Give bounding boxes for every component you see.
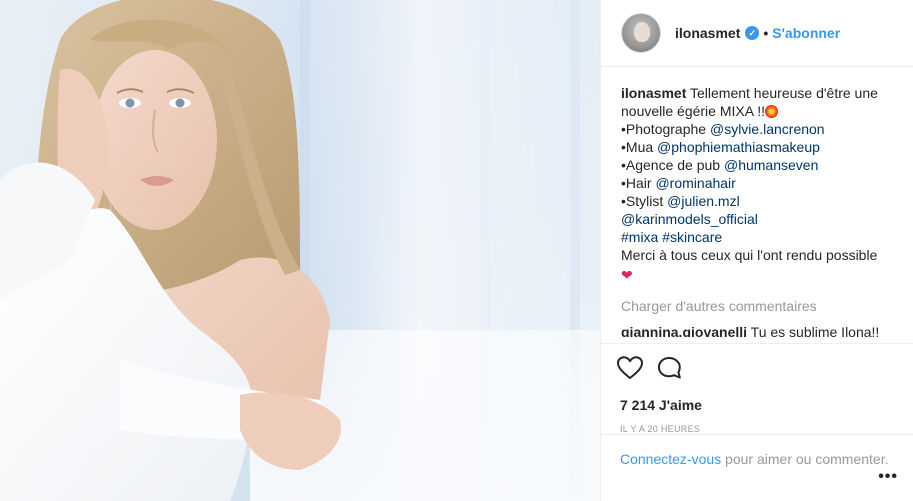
verified-badge-icon: ✓ — [745, 26, 760, 40]
instagram-post-view: ilonasmet ✓ • S'abonner ilonasmet Tellem… — [0, 0, 913, 501]
post-side-panel: ilonasmet ✓ • S'abonner ilonasmet Tellem… — [600, 0, 913, 501]
login-prompt: Connectez-vous pour aimer ou commenter. … — [601, 434, 913, 501]
login-link[interactable]: Connectez-vous — [620, 451, 721, 467]
post-photo[interactable] — [0, 0, 600, 501]
red-heart-emoji-icon: ❤ — [621, 267, 633, 283]
mention-mua[interactable]: @phophiemathiasmakeup — [657, 139, 820, 155]
likes-count[interactable]: 7 214 J'aime — [620, 397, 898, 413]
post-timestamp[interactable]: IL Y A 20 HEURES — [620, 424, 898, 434]
model-portrait — [0, 0, 341, 501]
credit-photographer-label: •Photographe — [621, 121, 710, 137]
load-more-comments-button[interactable]: Charger d'autres commentaires — [621, 298, 893, 314]
credit-agency-label: •Agence de pub — [621, 157, 724, 173]
hashtag-mixa[interactable]: #mixa — [621, 229, 658, 245]
credit-stylist-label: •Stylist — [621, 193, 668, 209]
post-actions: 7 214 J'aime IL Y A 20 HEURES — [601, 343, 913, 434]
credit-hair-label: •Hair — [621, 175, 656, 191]
action-icons-row — [617, 354, 898, 382]
comments-section: ilonasmet Tellement heureuse d'être une … — [601, 67, 913, 337]
post-header: ilonasmet ✓ • S'abonner — [601, 0, 913, 67]
post-caption: ilonasmet Tellement heureuse d'être une … — [621, 84, 893, 284]
caption-text-line1: Tellement heureuse d'être une — [690, 85, 878, 101]
hashtag-skincare[interactable]: #skincare — [662, 229, 722, 245]
avatar[interactable] — [621, 13, 661, 53]
mention-photographer[interactable]: @sylvie.lancrenon — [710, 121, 825, 137]
caption-text-line2: nouvelle égérie MIXA !! — [621, 103, 765, 119]
comment-text: Tu es sublime Ilona!! — [750, 324, 880, 337]
mention-hair[interactable]: @rominahair — [655, 175, 735, 191]
credit-mua-label: •Mua — [621, 139, 658, 155]
more-options-icon[interactable]: ••• — [878, 468, 898, 486]
speech-bubble-icon[interactable] — [657, 356, 683, 380]
collision-emoji-icon — [764, 105, 778, 118]
author-username[interactable]: ilonasmet — [675, 25, 740, 41]
mention-stylist[interactable]: @julien.mzl — [667, 193, 740, 209]
comment-item: giannina.giovanelli Tu es sublime Ilona!… — [621, 323, 893, 337]
caption-username[interactable]: ilonasmet — [621, 85, 686, 101]
mention-agency[interactable]: @humanseven — [724, 157, 818, 173]
heart-outline-icon[interactable] — [617, 356, 643, 380]
follow-button[interactable]: S'abonner — [772, 25, 840, 41]
mention-model-agency[interactable]: @karinmodels_official — [621, 211, 758, 227]
caption-thanks: Merci à tous ceux qui l'ont rendu possib… — [621, 247, 878, 263]
separator-dot: • — [763, 25, 769, 41]
login-prompt-text: pour aimer ou commenter. — [721, 451, 889, 467]
comment-username[interactable]: giannina.giovanelli — [621, 324, 747, 337]
